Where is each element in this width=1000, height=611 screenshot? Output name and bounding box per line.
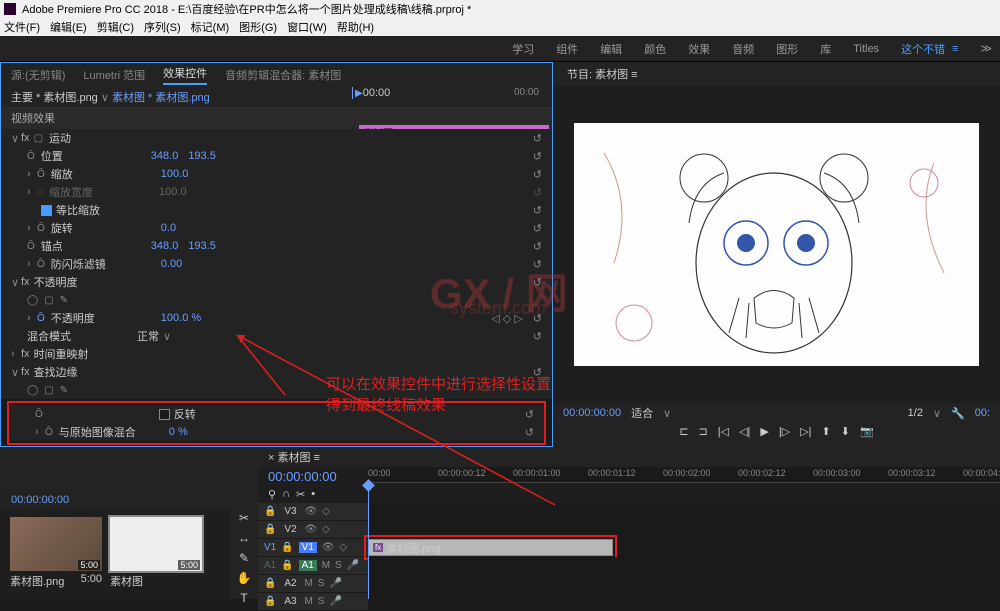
menu-graphics[interactable]: 图形(G)	[239, 19, 277, 35]
prop-uniform[interactable]: 等比缩放↺	[1, 201, 552, 219]
mark-out-icon[interactable]: ⊐	[699, 425, 708, 438]
prev-icon[interactable]: |◁	[718, 425, 729, 438]
preview-controls: 00:00:00:00 适合 ∨ 1/2∨ 🔧 00: ⊏ ⊐ |◁ ◁| ▶ …	[553, 403, 1000, 447]
preview-image	[574, 123, 979, 366]
prop-position[interactable]: Ŏ位置348.0193.5↺	[1, 147, 552, 165]
bc-main: 主要 * 素材图.png	[11, 92, 98, 104]
timeline-panel: × 素材图 ≡ 00:00:00:00 ⚲∩✂▪ 00:00 00:00:00:…	[258, 447, 1000, 599]
highlight-find-edges: Ŏ反转↺ ›Ŏ与原始图像混合0 %↺	[7, 401, 546, 445]
program-monitor: 节目: 素材图 ≡	[553, 62, 1000, 447]
bc-link[interactable]: 素材图 * 素材图.png	[112, 92, 210, 104]
type-icon[interactable]: T	[240, 591, 247, 605]
ws-effects[interactable]: 效果	[688, 41, 710, 57]
ws-library[interactable]: 库	[820, 41, 831, 57]
preview-viewport[interactable]	[553, 86, 1000, 403]
mini-tl-start: ▶00:00	[352, 87, 390, 99]
mini-tl-end: 00:00	[514, 87, 539, 98]
workspace-tabs: 学习 组件 编辑 颜色 效果 音频 图形 库 Titles 这个不错 ≡ ≫	[0, 36, 1000, 62]
next-icon[interactable]: ▷|	[800, 425, 811, 438]
mask-tools[interactable]: ◯▢✎	[1, 291, 552, 309]
hand-icon[interactable]: ✋	[237, 571, 252, 585]
program-timecode[interactable]: 00:00:00:00	[563, 407, 621, 419]
title-bar: Adobe Premiere Pro CC 2018 - E:\百度经验\在PR…	[0, 0, 1000, 18]
mini-timeline[interactable]: ▶00:00 00:00	[352, 87, 542, 107]
menu-marker[interactable]: 标记(M)	[191, 19, 230, 35]
track-v1[interactable]: V1🔒V1👁◇fx素材图.png	[258, 539, 1000, 557]
prop-invert[interactable]: Ŏ反转↺	[9, 405, 544, 423]
timeline-options[interactable]: ⚲∩✂▪	[258, 486, 368, 503]
track-a1[interactable]: A1🔒A1MS🎤	[258, 557, 1000, 575]
menu-bar[interactable]: 文件(F) 编辑(E) 剪辑(C) 序列(S) 标记(M) 图形(G) 窗口(W…	[0, 18, 1000, 36]
step-back-icon[interactable]: ◁|	[739, 425, 750, 438]
ws-titles[interactable]: Titles	[853, 43, 879, 55]
tab-source[interactable]: 源:(无剪辑)	[11, 67, 65, 83]
play-icon[interactable]: ▶	[760, 425, 768, 438]
ws-overflow-icon[interactable]: ≫	[980, 42, 992, 55]
effect-breadcrumb: 主要 * 素材图.png ∨ 素材图 * 素材图.png ▶00:00 00:0…	[1, 87, 552, 107]
tab-audio-mixer[interactable]: 音频剪辑混合器: 素材图	[225, 67, 341, 83]
step-fwd-icon[interactable]: |▷	[779, 425, 790, 438]
checkbox-uniform[interactable]	[41, 205, 52, 216]
menu-sequence[interactable]: 序列(S)	[144, 19, 181, 35]
ws-custom[interactable]: 这个不错	[901, 41, 945, 57]
zoom-fit[interactable]: 适合	[631, 405, 653, 421]
ws-color[interactable]: 颜色	[644, 41, 666, 57]
tab-effect-controls[interactable]: 效果控件	[163, 65, 207, 85]
ws-learn[interactable]: 学习	[512, 41, 534, 57]
prop-rotation[interactable]: ›Ŏ旋转0.0↺	[1, 219, 552, 237]
transport-controls: ⊏ ⊐ |◁ ◁| ▶ |▷ ▷| ⬆ ⬇ 📷	[553, 423, 1000, 440]
fx-time-remap[interactable]: ›fx时间重映射	[1, 345, 552, 363]
track-v3[interactable]: 🔒V3👁◇	[258, 503, 1000, 521]
time-ruler[interactable]: 00:00 00:00:00:12 00:00:01:00 00:00:01:1…	[368, 467, 1000, 483]
prop-opacity[interactable]: ›Ŏ不透明度100.0 %◁ ◇ ▷↺	[1, 309, 552, 327]
source-panel-tabs: 源:(无剪辑) Lumetri 范围 效果控件 音频剪辑混合器: 素材图	[1, 63, 552, 87]
effect-controls-panel: 源:(无剪辑) Lumetri 范围 效果控件 音频剪辑混合器: 素材图 主要 …	[0, 62, 553, 447]
slip-icon[interactable]: ↔	[238, 531, 250, 545]
track-a2[interactable]: 🔒A2MS🎤	[258, 575, 1000, 593]
prop-antiflicker[interactable]: ›Ŏ防闪烁滤镜0.00↺	[1, 255, 552, 273]
ws-menu-icon[interactable]: ≡	[952, 43, 958, 55]
prop-scale[interactable]: ›Ŏ缩放100.0↺	[1, 165, 552, 183]
fx-motion[interactable]: ∨fx▢运动↺	[1, 129, 552, 147]
ws-assembly[interactable]: 组件	[556, 41, 578, 57]
prop-blend[interactable]: 混合模式正常∨↺	[1, 327, 552, 345]
duration: 00:	[975, 407, 990, 419]
track-a3[interactable]: 🔒A3MS🎤	[258, 593, 1000, 611]
menu-help[interactable]: 帮助(H)	[337, 19, 374, 35]
razor-icon[interactable]: ✂	[239, 511, 249, 525]
prop-anchor[interactable]: Ŏ锚点348.0193.5↺	[1, 237, 552, 255]
fx-opacity[interactable]: ∨fx不透明度↺	[1, 273, 552, 291]
playhead[interactable]	[368, 485, 369, 599]
ws-edit[interactable]: 编辑	[600, 41, 622, 57]
reset-icon[interactable]: ↺	[533, 132, 542, 145]
ws-graphics[interactable]: 图形	[776, 41, 798, 57]
prop-scale-w: ›○缩放宽度100.0↺	[1, 183, 552, 201]
menu-file[interactable]: 文件(F)	[4, 19, 40, 35]
menu-edit[interactable]: 编辑(E)	[50, 19, 87, 35]
pr-icon	[4, 3, 16, 15]
thumb-2[interactable]: 5:00 素材图	[110, 517, 202, 589]
window-title: Adobe Premiere Pro CC 2018 - E:\百度经验\在PR…	[22, 1, 471, 17]
lift-icon[interactable]: ⬆	[822, 425, 831, 438]
export-frame-icon[interactable]: 📷	[860, 425, 874, 438]
resolution[interactable]: 1/2	[908, 407, 923, 419]
prop-blend-orig[interactable]: ›Ŏ与原始图像混合0 %↺	[9, 423, 544, 441]
mask-tools-2[interactable]: ◯▢✎	[1, 381, 552, 399]
pen-icon[interactable]: ✎	[239, 551, 249, 565]
timeline-timecode[interactable]: 00:00:00:00	[258, 467, 368, 486]
extract-icon[interactable]: ⬇	[841, 425, 850, 438]
wrench-icon[interactable]: 🔧	[951, 407, 965, 420]
mark-in-icon[interactable]: ⊏	[679, 425, 688, 438]
ws-audio[interactable]: 音频	[732, 41, 754, 57]
menu-clip[interactable]: 剪辑(C)	[97, 19, 134, 35]
thumb-1[interactable]: 5:00 素材图.png5:00	[10, 517, 102, 589]
track-v2[interactable]: 🔒V2👁◇	[258, 521, 1000, 539]
program-tab[interactable]: 节目: 素材图 ≡	[553, 62, 1000, 86]
menu-window[interactable]: 窗口(W)	[287, 19, 327, 35]
timeline-clip[interactable]: fx素材图.png	[368, 539, 613, 556]
tab-lumetri[interactable]: Lumetri 范围	[83, 67, 145, 83]
fx-find-edges[interactable]: ∨fx查找边缘↺	[1, 363, 552, 381]
sequence-name[interactable]: × 素材图 ≡	[268, 452, 320, 464]
checkbox-invert[interactable]	[159, 409, 170, 420]
